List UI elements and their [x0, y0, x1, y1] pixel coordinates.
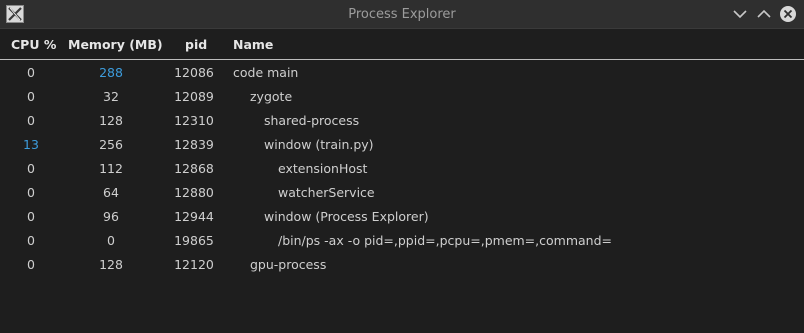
pid-cell: 12944	[174, 209, 214, 224]
pid-cell: 12310	[174, 113, 214, 128]
table-row[interactable]: 0 64 12880 watcherService	[0, 181, 804, 205]
minimize-button[interactable]	[730, 4, 750, 24]
maximize-button[interactable]	[754, 4, 774, 24]
column-header-name[interactable]: Name	[233, 30, 273, 60]
process-name-cell: watcherService	[278, 185, 375, 200]
pid-cell: 19865	[174, 233, 214, 248]
memory-cell: 288	[99, 65, 123, 80]
table-row[interactable]: 0 288 12086 code main	[0, 61, 804, 85]
close-button[interactable]	[778, 4, 798, 24]
cpu-cell: 0	[27, 113, 35, 128]
column-header-pid[interactable]: pid	[185, 30, 207, 60]
pid-cell: 12086	[174, 65, 214, 80]
process-name-cell: shared-process	[264, 113, 360, 128]
cpu-cell: 0	[27, 185, 35, 200]
pid-cell: 12120	[174, 257, 214, 272]
title-bar[interactable]: Process Explorer	[0, 0, 804, 29]
chevron-down-icon	[733, 10, 747, 19]
memory-cell: 128	[99, 257, 123, 272]
memory-cell: 112	[99, 161, 123, 176]
column-header-cpu[interactable]: CPU %	[11, 30, 56, 60]
table-row[interactable]: 0 96 12944 window (Process Explorer)	[0, 205, 804, 229]
pid-cell: 12839	[174, 137, 214, 152]
window-title: Process Explorer	[348, 7, 456, 22]
table-row[interactable]: 0 128 12120 gpu-process	[0, 253, 804, 277]
cpu-cell: 0	[27, 209, 35, 224]
cpu-cell: 0	[27, 89, 35, 104]
table-header: CPU % Memory (MB) pid Name	[0, 30, 804, 60]
process-explorer-window: Process Explorer CPU % Memory (MB) pid N…	[0, 0, 804, 333]
table-row[interactable]: 0 112 12868 extensionHost	[0, 157, 804, 181]
pid-cell: 12880	[174, 185, 214, 200]
table-row[interactable]: 0 128 12310 shared-process	[0, 109, 804, 133]
table-row[interactable]: 0 32 12089 zygote	[0, 85, 804, 109]
memory-cell: 128	[99, 113, 123, 128]
cpu-cell: 0	[27, 257, 35, 272]
process-name-cell: zygote	[250, 89, 293, 104]
process-name-cell: window (Process Explorer)	[264, 209, 429, 224]
process-name-cell: gpu-process	[250, 257, 327, 272]
process-name-cell: code main	[233, 65, 299, 80]
memory-cell: 0	[107, 233, 115, 248]
table-row[interactable]: 0 0 19865/bin/ps -ax -o pid=,ppid=,pcpu=,p…	[0, 229, 804, 253]
process-name-cell: /bin/ps -ax -o pid=,ppid=,pcpu=,pmem=,co…	[278, 233, 612, 248]
cpu-cell: 0	[27, 65, 35, 80]
process-table: 0 288 12086 code main 0 32 12089 zygote 0 128 1231…	[0, 61, 804, 277]
process-name-cell: extensionHost	[278, 161, 368, 176]
chevron-up-icon	[757, 9, 771, 18]
table-row[interactable]: 13 256 12839 window (train.py)	[0, 133, 804, 157]
cpu-cell: 0	[27, 161, 35, 176]
pid-cell: 12868	[174, 161, 214, 176]
close-icon	[780, 6, 796, 22]
column-header-memory[interactable]: Memory (MB)	[68, 30, 163, 60]
pid-cell: 12089	[174, 89, 214, 104]
memory-cell: 96	[103, 209, 119, 224]
memory-cell: 256	[99, 137, 123, 152]
memory-cell: 64	[103, 185, 119, 200]
memory-cell: 32	[103, 89, 119, 104]
cpu-cell: 0	[27, 233, 35, 248]
cpu-cell: 13	[23, 137, 39, 152]
process-name-cell: window (train.py)	[264, 137, 374, 152]
